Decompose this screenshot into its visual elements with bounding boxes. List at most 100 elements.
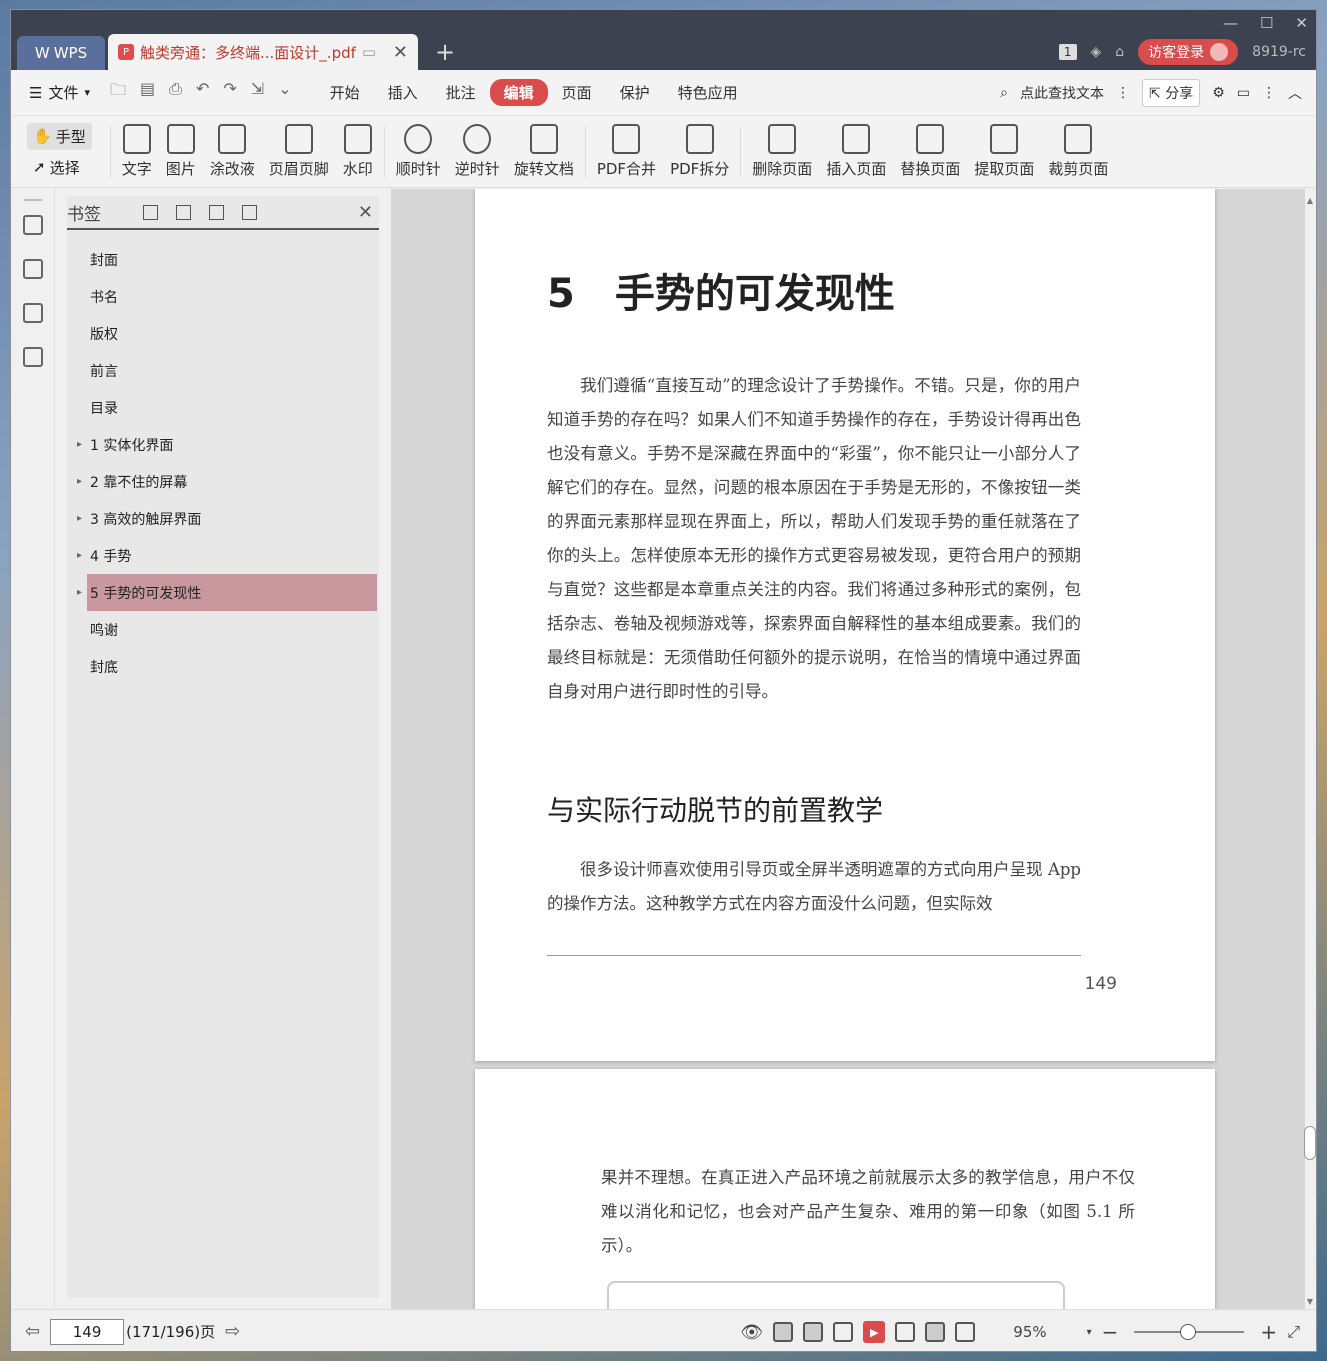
fit-page-icon[interactable] [925, 1322, 946, 1342]
wps-logo-icon: W [34, 44, 50, 62]
tool-button-4[interactable]: 页眉页脚 [262, 124, 336, 179]
menu-tab-3[interactable]: 批注 [432, 79, 490, 106]
monitor-icon[interactable]: ▭ [362, 43, 376, 61]
tool-button-8[interactable]: 旋转文档 [507, 124, 581, 179]
select-tool-button[interactable]: ➚ 选择 [27, 154, 92, 181]
tool-button-11[interactable]: 删除页面 [745, 124, 819, 179]
share-button[interactable]: ⇱ 分享 [1142, 79, 1201, 107]
add-sub-bookmark-icon[interactable] [176, 204, 191, 220]
next-page-icon[interactable]: ⇨ [225, 1321, 240, 1342]
document-tab[interactable]: P 触类旁通：多终端...面设计_.pdf ▭ ✕ [108, 34, 418, 70]
close-panel-icon[interactable]: ✕ [358, 202, 373, 223]
bookmark-item[interactable]: 4 手势 [67, 537, 379, 574]
bookmark-list-icon[interactable] [22, 215, 43, 235]
menu-tab-7[interactable]: 特色应用 [664, 79, 752, 106]
close-window-icon[interactable]: ✕ [1295, 14, 1308, 32]
tool-button-5[interactable]: 水印 [336, 124, 380, 179]
bookmark-item[interactable]: 封面 [67, 241, 379, 278]
document-view[interactable]: 5 手势的可发现性 我们遵循“直接互动”的理念设计了手势操作。不错。只是，你的用… [391, 189, 1305, 1309]
page-number-input[interactable]: 149 [50, 1318, 125, 1345]
two-page-icon[interactable] [833, 1322, 854, 1342]
bookmark-item[interactable]: 3 高效的触屏界面 [67, 500, 379, 537]
bookmark-item[interactable]: 封底 [67, 648, 379, 685]
file-menu[interactable]: ☰ 文件 ▾ [29, 82, 90, 103]
export-icon[interactable]: ⇲ [251, 79, 264, 106]
more-icon[interactable]: ⋮ [1262, 85, 1276, 101]
hand-tool-button[interactable]: ✋ 手型 [27, 122, 92, 150]
bookmark-item[interactable]: 鸣谢 [67, 611, 379, 648]
new-tab-button[interactable]: + [435, 38, 455, 66]
fit-width-icon[interactable] [955, 1322, 976, 1342]
actual-size-icon[interactable] [895, 1322, 916, 1342]
bookmark-item[interactable]: 目录 [67, 389, 379, 426]
tool-label: 顺时针 [395, 160, 441, 178]
minimize-icon[interactable]: — [1223, 14, 1238, 32]
bookmark-item[interactable]: 2 靠不住的屏幕 [67, 463, 379, 500]
bookmark-item[interactable]: 书名 [67, 278, 379, 315]
scroll-thumb[interactable] [1304, 1126, 1316, 1160]
more-chevron-icon[interactable]: ⌄ [278, 79, 291, 106]
tool-button-6[interactable]: 顺时针 [389, 124, 448, 179]
page-count-badge[interactable]: 1 [1058, 44, 1077, 60]
bookmark-item[interactable]: 5 手势的可发现性 [77, 574, 377, 611]
tool-button-15[interactable]: 裁剪页面 [1041, 124, 1115, 179]
search-icon[interactable]: ⌕ [1000, 85, 1008, 101]
bookmark-item[interactable]: 1 实体化界面 [67, 426, 379, 463]
bookmark-settings-icon[interactable] [242, 204, 257, 220]
tool-button-7[interactable]: 逆时针 [448, 124, 507, 179]
menu-tab-6[interactable]: 保护 [606, 79, 664, 106]
continuous-view-icon[interactable] [773, 1322, 794, 1342]
search-text-button[interactable]: 点此查找文本 [1020, 83, 1104, 103]
add-bookmark-icon[interactable] [143, 204, 158, 220]
zoom-level[interactable]: 95% [1013, 1323, 1046, 1341]
zoom-slider[interactable] [1134, 1324, 1245, 1340]
redo-icon[interactable]: ↷ [223, 79, 236, 106]
expand-all-icon[interactable] [209, 204, 224, 220]
menu-tab-1[interactable]: 开始 [316, 79, 374, 106]
annotation-icon[interactable] [22, 303, 43, 323]
comment-icon[interactable]: ▭ [1237, 85, 1250, 101]
visitor-login-button[interactable]: 访客登录 [1138, 39, 1239, 65]
tool-button-12[interactable]: 插入页面 [819, 124, 893, 179]
tool-button-14[interactable]: 提取页面 [967, 124, 1041, 179]
previous-page-icon[interactable]: ⇦ [25, 1321, 40, 1342]
tool-button-9[interactable]: PDF合并 [590, 124, 663, 179]
eye-protection-icon[interactable]: 👁 [740, 1322, 763, 1343]
scroll-up-icon[interactable]: ▲ [1303, 196, 1316, 205]
scroll-down-icon[interactable]: ▼ [1303, 1297, 1316, 1306]
divider [109, 125, 111, 178]
menu-tab-2[interactable]: 插入 [374, 79, 432, 106]
thumbnail-icon[interactable] [22, 259, 43, 279]
tool-button-2[interactable]: 图片 [159, 124, 203, 179]
bookmark-item[interactable]: 版权 [67, 315, 379, 352]
collapse-icon[interactable]: ︿ [1288, 83, 1302, 103]
zoom-dropdown-icon[interactable]: ▾ [1087, 1327, 1092, 1338]
signature-icon[interactable] [22, 347, 43, 367]
shirt-icon[interactable]: ⌂ [1115, 44, 1124, 60]
wps-home-tab[interactable]: W WPS [17, 36, 105, 70]
bookmark-item[interactable]: 前言 [67, 352, 379, 389]
skin-icon[interactable]: ◈ [1091, 44, 1102, 60]
zoom-in-icon[interactable]: + [1260, 1320, 1277, 1344]
hand-icon: ✋ [33, 127, 52, 145]
tool-button-13[interactable]: 替换页面 [893, 124, 967, 179]
fullscreen-icon[interactable]: ⤢ [1287, 1322, 1300, 1342]
tool-button-1[interactable]: 文字 [115, 124, 159, 179]
single-page-icon[interactable] [803, 1322, 824, 1342]
save-icon[interactable]: ▤ [140, 79, 155, 106]
close-tab-icon[interactable]: ✕ [393, 42, 408, 63]
zoom-out-icon[interactable]: − [1102, 1320, 1119, 1344]
play-icon[interactable]: ▶ [863, 1321, 886, 1343]
undo-icon[interactable]: ↶ [196, 79, 209, 106]
tool-button-10[interactable]: PDF拆分 [663, 124, 736, 179]
menu-tab-5[interactable]: 页面 [548, 79, 606, 106]
zoom-slider-knob[interactable] [1180, 1324, 1197, 1340]
print-icon[interactable]: ⎙ [169, 79, 182, 106]
more-vertical-icon[interactable]: ⋮ [1116, 85, 1130, 101]
open-icon[interactable]: 🗀 [110, 79, 126, 106]
gear-icon[interactable]: ⚙ [1212, 85, 1225, 101]
vertical-scrollbar[interactable]: ▲ ▼ [1303, 196, 1316, 1306]
menu-tab-4[interactable]: 编辑 [489, 79, 548, 106]
tool-button-3[interactable]: 涂改液 [203, 124, 262, 179]
maximize-icon[interactable]: ☐ [1260, 14, 1273, 32]
